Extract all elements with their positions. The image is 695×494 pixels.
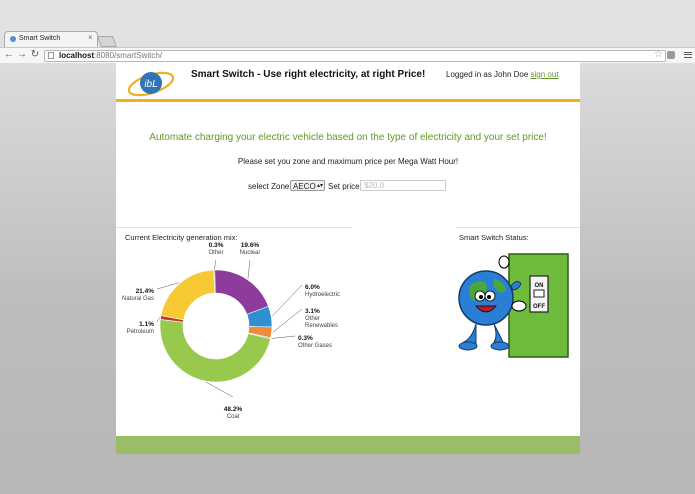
reload-icon[interactable]: ↻	[29, 49, 41, 61]
select-arrows-icon: ▴▾	[316, 183, 323, 189]
smart-switch-mascot: ON OFF	[458, 253, 569, 358]
browser-chrome: Smart Switch × ← → ↻ localhost :8080/sma…	[0, 0, 695, 63]
browser-toolbar: ← → ↻ localhost :8080/smartSwitch/ ☆	[0, 47, 695, 63]
data-label: 48.2%	[224, 406, 243, 413]
signout-link[interactable]: sign out	[531, 70, 559, 79]
back-icon[interactable]: ←	[3, 49, 15, 61]
leader-line	[156, 317, 160, 323]
leader-line	[271, 284, 303, 317]
login-status: Logged in as John Doe sign out	[446, 70, 559, 79]
category-label: Nuclear	[240, 250, 261, 256]
extension-icon[interactable]	[667, 51, 675, 59]
divider	[456, 227, 580, 228]
leader-line	[206, 381, 234, 398]
status-title: Smart Switch Status:	[459, 233, 529, 242]
favicon-icon	[10, 36, 16, 42]
category-label: Other	[305, 316, 320, 322]
page-content: ibL Smart Switch - Use right electricity…	[116, 62, 580, 454]
headline: Automate charging your electric vehicle …	[149, 132, 547, 143]
footer-bar	[116, 436, 580, 454]
browser-tab[interactable]: Smart Switch ×	[4, 31, 98, 47]
category-label: Coal	[227, 414, 239, 420]
slice-nuclear[interactable]	[214, 269, 269, 315]
ibl-logo: ibL	[127, 71, 175, 97]
page-icon	[48, 52, 54, 59]
subline: Please set you zone and maximum price pe…	[237, 157, 459, 166]
url-path: :8080/smartSwitch/	[94, 51, 163, 60]
category-label: Petroleum	[127, 329, 154, 335]
site-title: Smart Switch - Use right electricity, at…	[191, 69, 426, 80]
url-host: localhost	[59, 51, 95, 60]
mix-title: Current Electricity generation mix:	[125, 233, 238, 242]
zone-label: select Zone:	[248, 182, 292, 191]
switch-off-label: OFF	[533, 304, 545, 310]
zone-select[interactable]: AECO ▴▾	[290, 180, 325, 191]
zone-value: AECO	[293, 182, 316, 191]
close-icon[interactable]: ×	[88, 33, 93, 42]
category-label: Hydroelectric	[305, 292, 340, 298]
menu-icon[interactable]	[684, 50, 692, 59]
data-label: 1.1%	[139, 321, 154, 328]
generation-mix-chart: 0.3%Other19.6%Nuclear6.0%Hydroelectric3.…	[122, 242, 340, 420]
data-label: 3.1%	[305, 308, 320, 315]
address-bar[interactable]: localhost :8080/smartSwitch/	[44, 50, 666, 62]
switch-on-label: ON	[535, 283, 544, 289]
new-tab-button[interactable]	[96, 36, 118, 47]
data-label: 0.3%	[209, 242, 224, 249]
data-label: 6.0%	[305, 284, 320, 291]
price-input[interactable]: $20.0	[360, 180, 446, 191]
site-header: ibL Smart Switch - Use right electricity…	[116, 62, 580, 102]
divider	[116, 227, 352, 228]
slice-natural-gas[interactable]	[160, 269, 215, 321]
data-label: 21.4%	[136, 288, 155, 295]
leader-line	[214, 259, 217, 270]
logged-in-text: Logged in as John Doe	[446, 70, 529, 79]
category-label: Other	[208, 250, 223, 256]
leader-line	[271, 335, 296, 339]
price-label: Set price:	[328, 182, 362, 191]
category-label: Other Gases	[298, 343, 332, 349]
category-label: Renewables	[305, 323, 338, 329]
category-label: Natural Gas	[122, 296, 154, 302]
svg-text:ibL: ibL	[144, 79, 157, 90]
data-label: 0.3%	[298, 335, 313, 342]
bookmark-star-icon[interactable]: ☆	[654, 49, 663, 60]
leader-line	[272, 308, 303, 333]
tab-title: Smart Switch	[19, 35, 61, 42]
forward-icon[interactable]: →	[16, 49, 28, 61]
leader-line	[247, 259, 251, 279]
data-label: 19.6%	[241, 242, 260, 249]
